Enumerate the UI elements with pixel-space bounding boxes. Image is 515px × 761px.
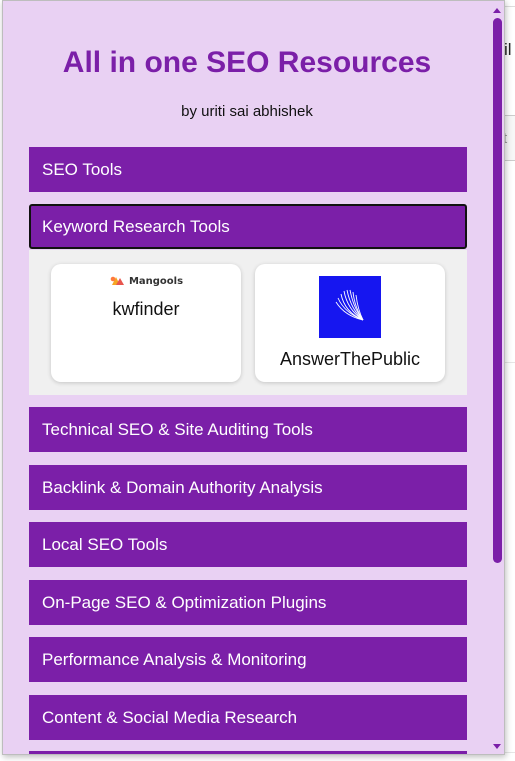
mangools-logo: Mangools	[51, 275, 241, 287]
tool-label: AnswerThePublic	[279, 349, 421, 369]
tool-card-answerthepublic[interactable]: AnswerThePublic	[255, 264, 445, 382]
keyword-research-panel: Mangools kwfinder AnswerThePublic	[29, 250, 467, 395]
section-technical-seo[interactable]: Technical SEO & Site Auditing Tools	[29, 407, 467, 452]
scroll-up-arrow-icon[interactable]	[493, 8, 501, 13]
tool-card-kwfinder[interactable]: Mangools kwfinder	[51, 264, 241, 382]
scroll-down-arrow-icon[interactable]	[493, 744, 501, 749]
section-on-page-seo[interactable]: On-Page SEO & Optimization Plugins	[29, 580, 467, 625]
section-seo-tools[interactable]: SEO Tools	[29, 147, 467, 192]
section-backlink-analysis[interactable]: Backlink & Domain Authority Analysis	[29, 465, 467, 510]
mangools-logo-text: Mangools	[128, 275, 184, 287]
section-content-social-research[interactable]: Content & Social Media Research	[29, 695, 467, 740]
tool-label: kwfinder	[112, 299, 180, 319]
section-next-partial[interactable]	[29, 751, 467, 754]
scrollbar[interactable]	[491, 1, 504, 754]
answerthepublic-logo-icon	[319, 276, 381, 338]
section-keyword-research-tools[interactable]: Keyword Research Tools	[29, 204, 467, 249]
scrollbar-thumb[interactable]	[493, 18, 502, 563]
background-text-fragment: il	[504, 40, 512, 59]
section-local-seo[interactable]: Local SEO Tools	[29, 522, 467, 567]
mangools-logo-icon	[110, 276, 124, 285]
popup-title: All in one SEO Resources	[62, 46, 432, 79]
popup-subtitle: by uriti sai abhishek	[181, 103, 313, 120]
extension-popup: All in one SEO Resources by uriti sai ab…	[2, 0, 505, 755]
section-performance-analysis[interactable]: Performance Analysis & Monitoring	[29, 637, 467, 682]
